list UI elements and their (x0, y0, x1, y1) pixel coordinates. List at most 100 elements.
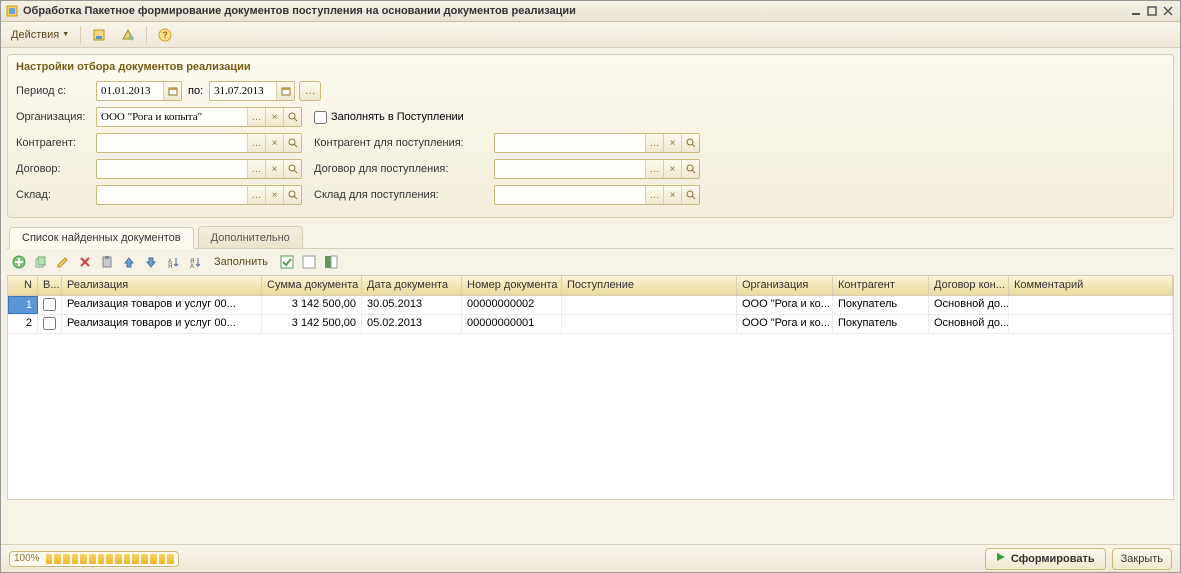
table-row[interactable]: 1Реализация товаров и услуг 00...3 142 5… (8, 296, 1173, 315)
select-icon[interactable]: … (247, 160, 265, 178)
lookup-icon[interactable] (283, 108, 301, 126)
kontragent-post-input[interactable] (495, 134, 645, 152)
col-sum[interactable]: Сумма документа (262, 276, 362, 295)
select-icon[interactable]: … (247, 186, 265, 204)
cell-docnum: 00000000001 (462, 315, 562, 333)
svg-text:Я: Я (168, 264, 172, 269)
close-button[interactable] (1160, 4, 1176, 18)
titlebar: Обработка Пакетное формирование документ… (1, 1, 1180, 22)
fill-button[interactable]: Заполнить (207, 252, 275, 272)
cell-post (562, 315, 737, 333)
add-row-icon[interactable] (9, 252, 29, 272)
period-to-field[interactable] (209, 81, 295, 101)
lookup-icon[interactable] (283, 160, 301, 178)
check-all-icon[interactable] (277, 252, 297, 272)
org-field[interactable]: … × (96, 107, 302, 127)
svg-text:?: ? (162, 30, 168, 40)
select-icon[interactable]: … (645, 134, 663, 152)
col-docnum[interactable]: Номер документа (462, 276, 562, 295)
move-down-icon[interactable] (141, 252, 161, 272)
col-post[interactable]: Поступление (562, 276, 737, 295)
toolbar-icon-2[interactable] (115, 25, 141, 45)
copy-row-icon[interactable] (31, 252, 51, 272)
clear-icon[interactable]: × (663, 160, 681, 178)
clear-icon[interactable]: × (265, 134, 283, 152)
paste-icon[interactable] (97, 252, 117, 272)
delete-row-icon[interactable] (75, 252, 95, 272)
kontragent-field[interactable]: … × (96, 133, 302, 153)
cell-check[interactable] (38, 296, 62, 314)
lookup-icon[interactable] (681, 186, 699, 204)
period-select-button[interactable]: … (299, 81, 321, 101)
clear-icon[interactable]: × (663, 186, 681, 204)
sklad-post-input[interactable] (495, 186, 645, 204)
generate-button[interactable]: Сформировать (985, 548, 1106, 570)
uncheck-all-icon[interactable] (299, 252, 319, 272)
sklad-post-field[interactable]: … × (494, 185, 700, 205)
help-button[interactable]: ? (152, 25, 178, 45)
invert-check-icon[interactable] (321, 252, 341, 272)
dogovor-input[interactable] (97, 160, 247, 178)
cell-n: 1 (8, 296, 38, 314)
cell-check[interactable] (38, 315, 62, 333)
select-icon[interactable]: … (247, 134, 265, 152)
edit-row-icon[interactable] (53, 252, 73, 272)
progress-percent: 100% (14, 553, 40, 564)
clear-icon[interactable]: × (265, 186, 283, 204)
period-from-input[interactable] (97, 82, 163, 100)
main-toolbar: Действия ▼ ? (1, 22, 1180, 48)
clear-icon[interactable]: × (663, 134, 681, 152)
cell-date: 30.05.2013 (362, 296, 462, 314)
period-to-input[interactable] (210, 82, 276, 100)
maximize-button[interactable] (1144, 4, 1160, 18)
cell-sum: 3 142 500,00 (262, 296, 362, 314)
calendar-icon[interactable] (163, 82, 181, 100)
clear-icon[interactable]: × (265, 160, 283, 178)
period-from-field[interactable] (96, 81, 182, 101)
row-checkbox[interactable] (43, 298, 56, 311)
minimize-button[interactable] (1128, 4, 1144, 18)
table-row[interactable]: 2Реализация товаров и услуг 00...3 142 5… (8, 315, 1173, 334)
grid-body[interactable]: 1Реализация товаров и услуг 00...3 142 5… (8, 296, 1173, 500)
lookup-icon[interactable] (681, 160, 699, 178)
kontragent-input[interactable] (97, 134, 247, 152)
move-up-icon[interactable] (119, 252, 139, 272)
dogovor-field[interactable]: … × (96, 159, 302, 179)
lookup-icon[interactable] (283, 134, 301, 152)
kontragent-post-field[interactable]: … × (494, 133, 700, 153)
fill-label: Заполнить (214, 256, 268, 268)
col-real[interactable]: Реализация (62, 276, 262, 295)
col-date[interactable]: Дата документа (362, 276, 462, 295)
col-dog[interactable]: Договор кон... (929, 276, 1009, 295)
toolbar-icon-1[interactable] (86, 25, 112, 45)
dogovor-post-input[interactable] (495, 160, 645, 178)
col-n[interactable]: N (8, 276, 38, 295)
select-icon[interactable]: … (645, 186, 663, 204)
actions-menu[interactable]: Действия ▼ (5, 25, 75, 45)
lookup-icon[interactable] (283, 186, 301, 204)
sort-asc-icon[interactable]: AЯ (163, 252, 183, 272)
col-org[interactable]: Организация (737, 276, 833, 295)
clear-icon[interactable]: × (265, 108, 283, 126)
filter-settings: Настройки отбора документов реализации П… (7, 54, 1174, 218)
dogovor-post-field[interactable]: … × (494, 159, 700, 179)
fill-in-receipt-checkbox[interactable] (314, 111, 327, 124)
col-kont[interactable]: Контрагент (833, 276, 929, 295)
window-title: Обработка Пакетное формирование документ… (23, 5, 1128, 17)
row-checkbox[interactable] (43, 317, 56, 330)
col-com[interactable]: Комментарий (1009, 276, 1173, 295)
select-icon[interactable]: … (645, 160, 663, 178)
sklad-input[interactable] (97, 186, 247, 204)
sort-desc-icon[interactable]: ЯA (185, 252, 205, 272)
tab-extra[interactable]: Дополнительно (198, 226, 303, 248)
lookup-icon[interactable] (681, 134, 699, 152)
tab-found-docs[interactable]: Список найденных документов (9, 227, 194, 249)
cell-dog: Основной до... (929, 296, 1009, 314)
close-form-button[interactable]: Закрыть (1112, 548, 1172, 570)
sklad-field[interactable]: … × (96, 185, 302, 205)
select-icon[interactable]: … (247, 108, 265, 126)
org-input[interactable] (97, 108, 247, 126)
cell-org: ООО "Рога и ко... (737, 315, 833, 333)
col-v[interactable]: В... (38, 276, 62, 295)
calendar-icon[interactable] (276, 82, 294, 100)
